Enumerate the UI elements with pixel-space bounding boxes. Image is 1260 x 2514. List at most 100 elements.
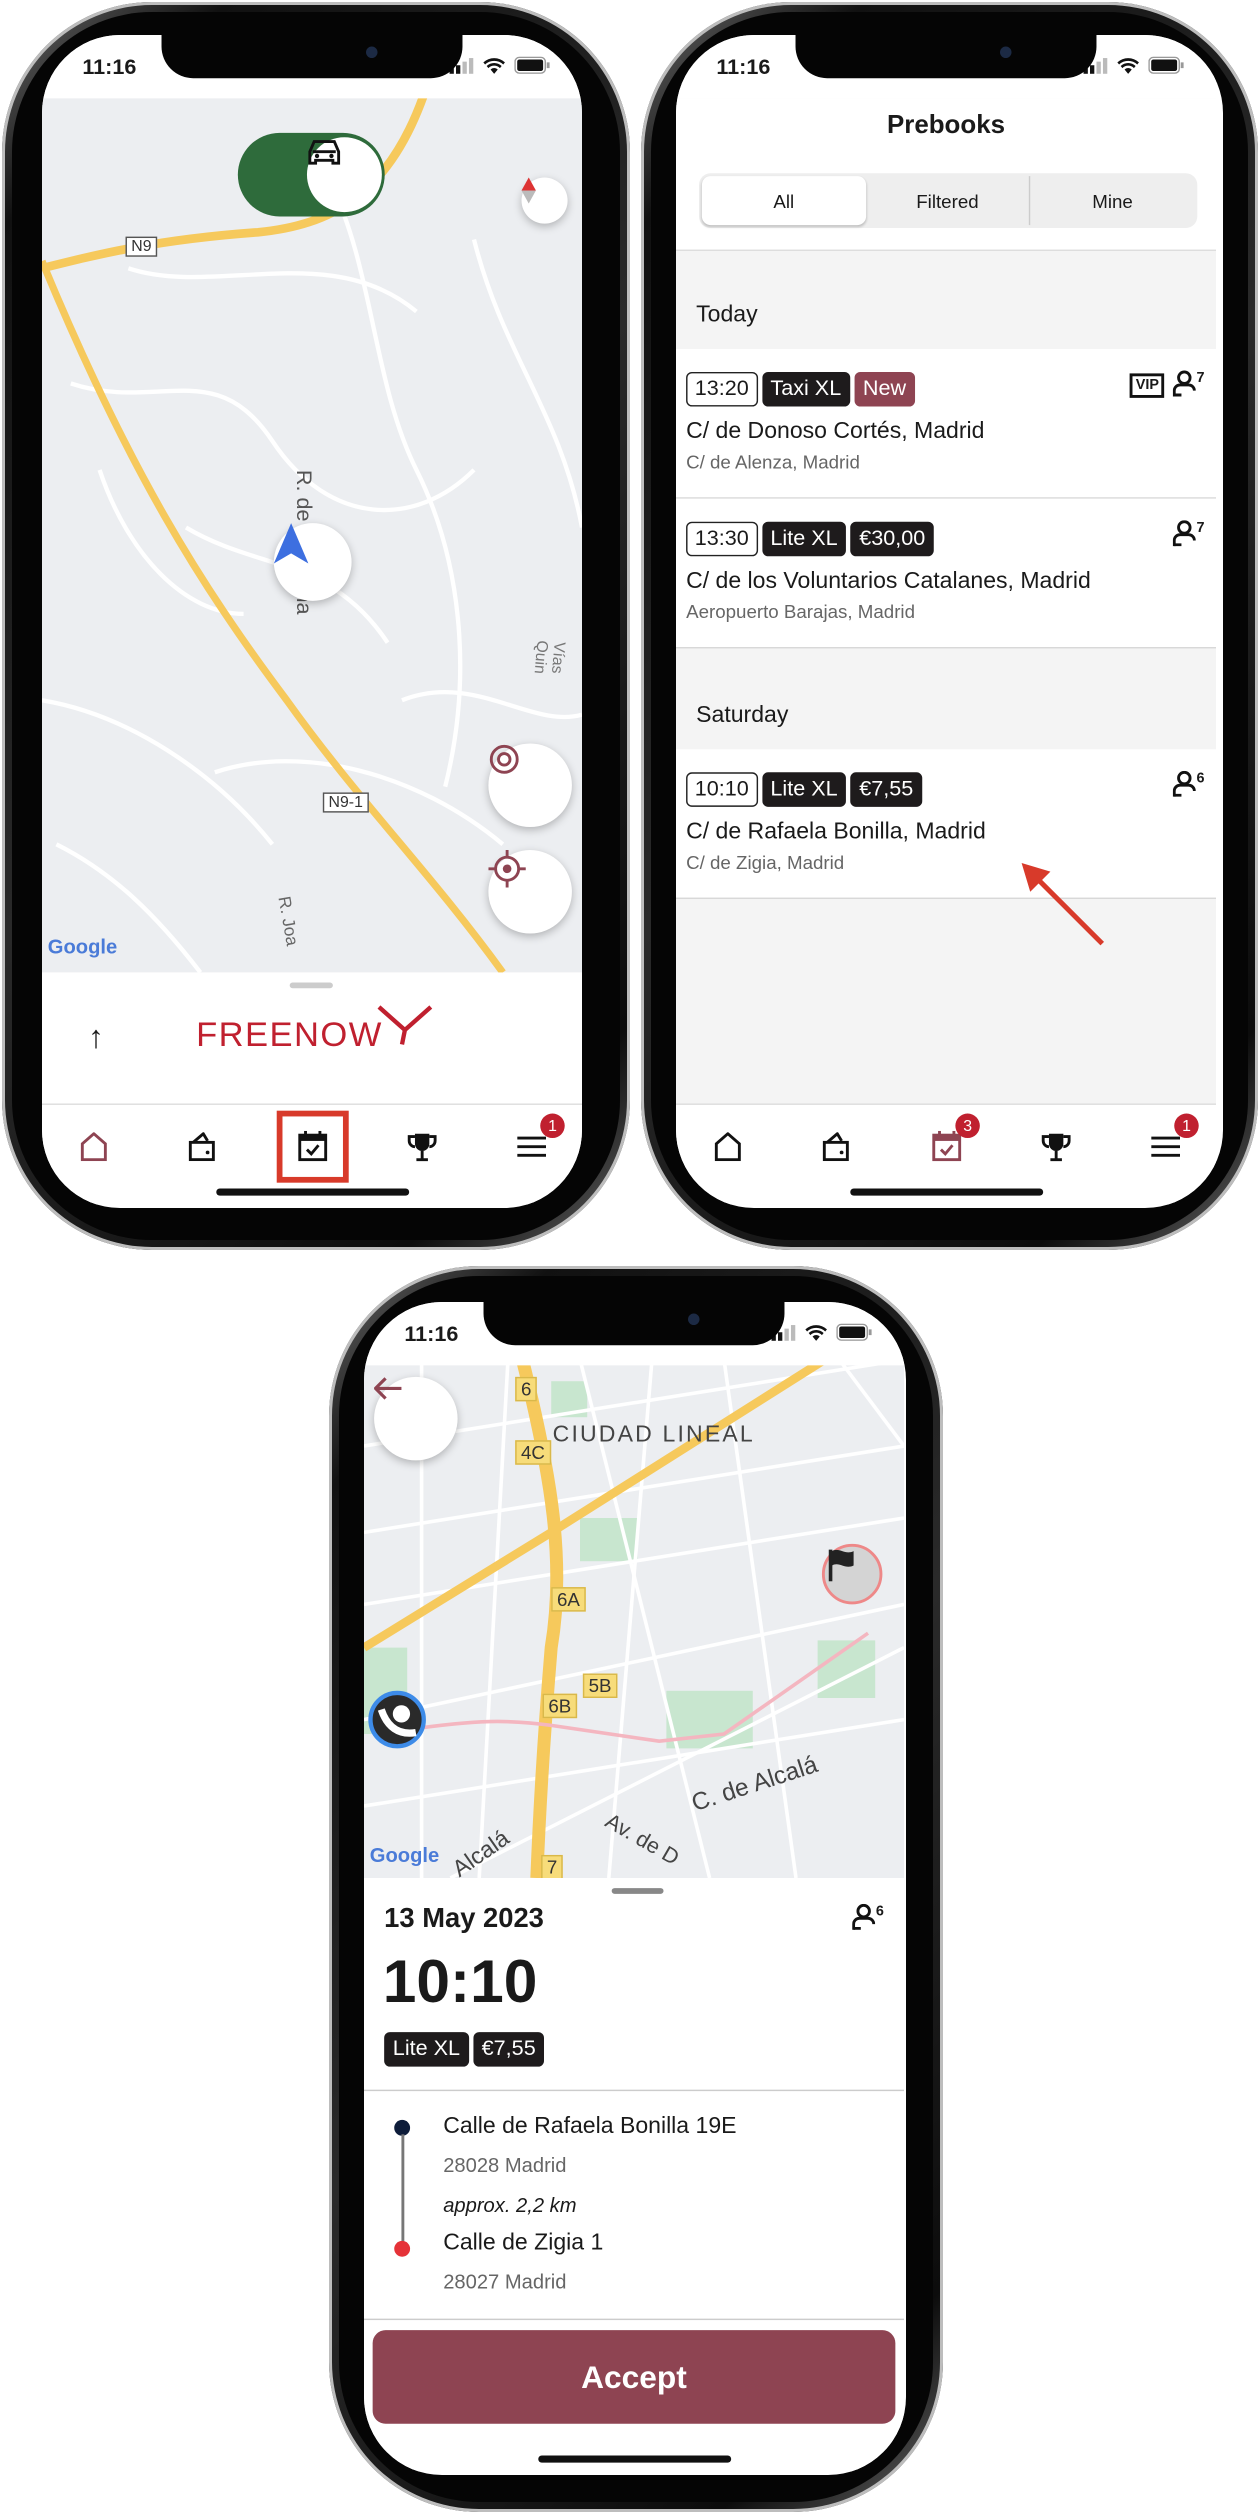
home-screen: 11:16 N9 R. de Sant'Ana N9-1 R. Joa Vías… <box>42 35 582 1208</box>
destination-flag-marker <box>821 1543 883 1605</box>
pickup-address: C/ de Donoso Cortés, Madrid <box>686 419 985 444</box>
pickup-city: 28028 Madrid <box>443 2153 567 2177</box>
trophy-icon <box>407 1133 437 1162</box>
tab-home[interactable] <box>706 1125 749 1168</box>
home-indicator <box>216 1188 410 1196</box>
new-badge: New <box>854 371 915 407</box>
passenger-icon: 6 <box>1173 770 1205 797</box>
sheet-handle[interactable] <box>289 982 333 989</box>
tab-menu[interactable]: 1 <box>1144 1113 1199 1168</box>
target-icon <box>489 744 519 774</box>
sheet-handle[interactable] <box>611 1888 664 1894</box>
calendar-check-icon <box>298 1130 328 1162</box>
online-toggle[interactable] <box>237 132 385 217</box>
time-chip: 13:20 <box>686 371 758 407</box>
category-chip: Lite XL <box>761 521 847 557</box>
passenger-count: 7 <box>1196 370 1205 387</box>
flag-icon <box>828 1549 854 1582</box>
person-pin-icon <box>377 1705 417 1737</box>
passenger-count: 6 <box>1196 770 1205 787</box>
tab-menu[interactable]: 1 <box>510 1113 565 1168</box>
map-label-ciudad-lineal: CIUDAD LINEAL <box>552 1422 755 1448</box>
status-time: 11:16 <box>716 55 771 80</box>
freenow-logo: FREENOW <box>196 1005 433 1056</box>
dropoff-street: Calle de Zigia 1 <box>443 2230 604 2256</box>
divider <box>364 2089 904 2092</box>
compass-button[interactable] <box>521 177 568 224</box>
home-icon <box>80 1132 107 1162</box>
chips: Lite XL €7,55 <box>384 2032 549 2067</box>
exit-label: 7 <box>541 1854 564 1878</box>
segmented-control: All Filtered Mine <box>699 173 1198 228</box>
tab-wallet[interactable] <box>180 1125 223 1168</box>
notch <box>161 35 463 79</box>
status-time: 11:16 <box>82 55 137 80</box>
prebook-item[interactable]: 13:30 Lite XL €30,00 7 C/ de los Voluntari… <box>676 498 1216 649</box>
exit-label: 6B <box>542 1693 577 1719</box>
segment-mine[interactable]: Mine <box>1031 176 1195 225</box>
pickup-marker <box>368 1690 426 1749</box>
compass-icon <box>521 177 536 204</box>
back-button[interactable] <box>374 1376 458 1461</box>
trophy-icon <box>1041 1133 1071 1162</box>
status-time: 11:16 <box>404 1322 459 1347</box>
menu-badge: 1 <box>540 1113 565 1139</box>
map-view[interactable]: N9 R. de Sant'Ana N9-1 R. Joa Vías Quin … <box>42 95 582 973</box>
annotation-arrow <box>1021 863 1105 946</box>
segment-filtered[interactable]: Filtered <box>866 176 1031 226</box>
tab-home[interactable] <box>72 1125 115 1168</box>
destination-button[interactable] <box>488 743 572 828</box>
accept-button[interactable]: Accept <box>372 2330 896 2424</box>
exit-label: 6 <box>515 1376 538 1402</box>
prebook-detail-screen: 11:16 CIUDAD LINEAL C. de Alcalá Alcalá … <box>364 1302 906 2475</box>
bottom-sheet: ↑ FREENOW <box>42 972 582 1104</box>
price-chip: €30,00 <box>850 521 934 557</box>
header: Prebooks All Filtered Mine <box>676 98 1216 252</box>
segment-all[interactable]: All <box>701 176 866 226</box>
dropoff-city: 28027 Madrid <box>443 2269 567 2293</box>
passenger-count: 6 <box>875 1903 884 1920</box>
dropoff-dot <box>394 2240 411 2257</box>
road-label-n9: N9 <box>125 236 158 257</box>
status-icons <box>771 1323 873 1341</box>
home-icon <box>714 1132 741 1162</box>
passenger-icon: 6 <box>852 1903 884 1930</box>
category-chip: Lite XL <box>761 772 847 807</box>
google-attribution: Google <box>47 935 118 959</box>
tab-prebooks[interactable] <box>276 1110 349 1183</box>
wallet-icon <box>188 1132 215 1162</box>
tab-rewards[interactable] <box>401 1125 444 1168</box>
time-chip: 10:10 <box>686 772 758 807</box>
price-chip: €7,55 <box>473 2032 545 2067</box>
prebooks-badge: 3 <box>955 1113 980 1139</box>
detail-sheet: 13 May 2023 6 10:10 Lite XL €7,55 Calle d… <box>364 1878 904 2472</box>
pickup-address: C/ de los Voluntarios Catalanes, Madrid <box>686 569 1091 594</box>
category-chip: Lite XL <box>384 2032 469 2067</box>
menu-icon <box>517 1136 546 1157</box>
tab-wallet[interactable] <box>814 1125 857 1168</box>
category-chip: Taxi XL <box>761 371 850 407</box>
menu-badge: 1 <box>1174 1113 1199 1139</box>
recenter-button[interactable] <box>488 850 572 934</box>
tab-rewards[interactable] <box>1035 1125 1078 1168</box>
home-indicator <box>538 2455 732 2463</box>
section-header-today: Today <box>696 302 758 328</box>
arrow-up-icon[interactable]: ↑ <box>88 1019 104 1056</box>
calendar-check-icon <box>932 1130 962 1162</box>
prebook-item[interactable]: 13:20 Taxi XL New VIP 7 C/ de Donoso Cortés… <box>676 348 1216 499</box>
exit-label: 4C <box>515 1440 551 1465</box>
status-icons <box>1083 56 1185 74</box>
prebook-date: 13 May 2023 <box>384 1903 544 1935</box>
route-distance: approx. 2,2 km <box>443 2193 577 2217</box>
prebook-item[interactable]: 10:10 Lite XL €7,55 6 C/ de Rafaela Bonill… <box>676 749 1216 900</box>
tab-prebooks[interactable]: 3 <box>925 1113 980 1168</box>
price-chip: €7,55 <box>850 772 922 807</box>
prebook-time: 10:10 <box>382 1947 538 2015</box>
car-icon <box>306 137 382 213</box>
crosshair-icon <box>488 850 526 888</box>
google-attribution: Google <box>369 1843 440 1867</box>
passenger-icon: 7 <box>1173 520 1204 547</box>
route-line <box>401 2134 404 2244</box>
time-chip: 13:30 <box>686 521 758 557</box>
route-map[interactable]: CIUDAD LINEAL C. de Alcalá Alcalá Av. de… <box>364 1359 904 1878</box>
